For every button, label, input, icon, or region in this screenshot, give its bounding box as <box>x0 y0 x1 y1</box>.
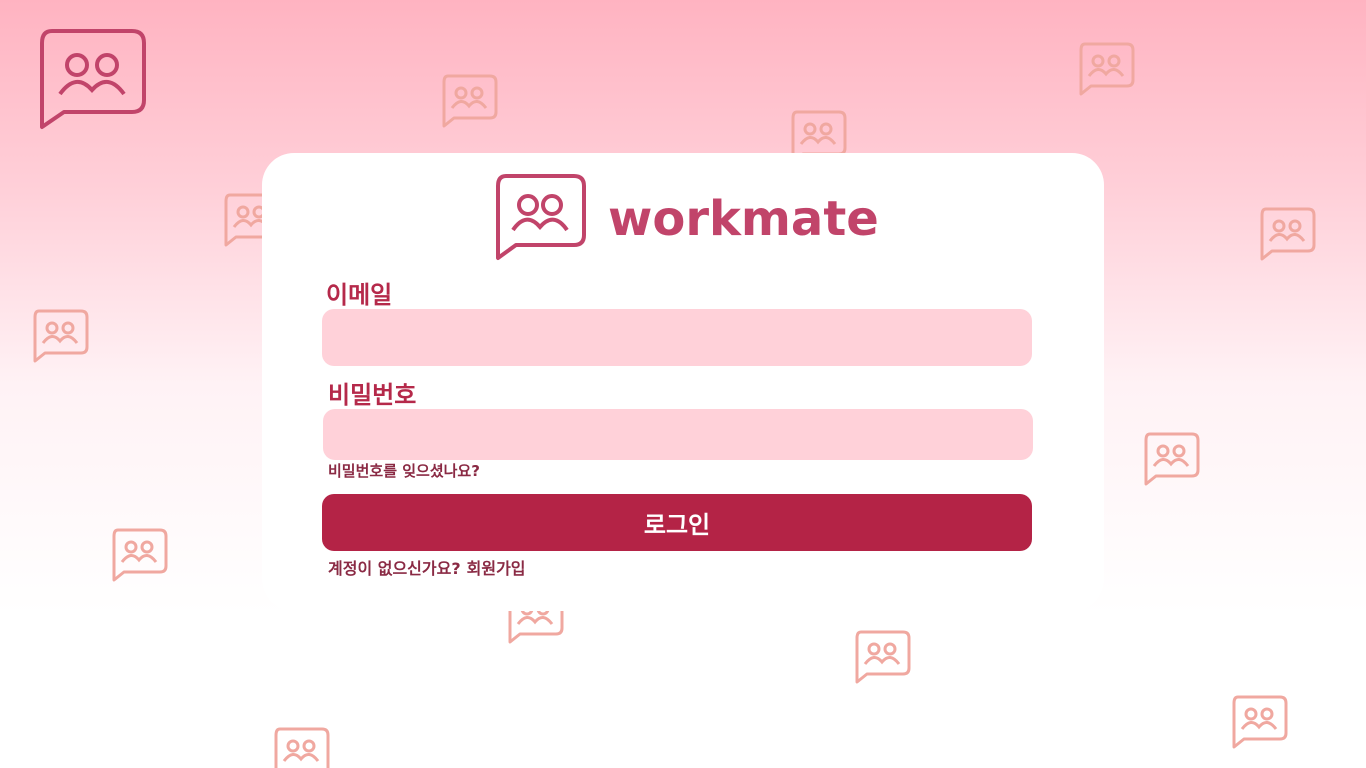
chat-people-icon <box>494 173 586 265</box>
chat-people-icon <box>1230 695 1288 749</box>
login-card: workmate 이메일 비밀번호 비밀번호를 잊으셨나요? 로그인 계정이 없… <box>262 153 1104 611</box>
email-label: 이메일 <box>326 281 393 309</box>
login-button[interactable]: 로그인 <box>322 494 1032 551</box>
signup-prompt: 계정이 없으신가요? 회원가입 <box>328 555 526 579</box>
password-label: 비밀번호 <box>328 381 417 409</box>
chat-people-icon <box>31 309 89 363</box>
chat-people-icon <box>1142 432 1200 486</box>
brand-name: workmate <box>608 191 879 247</box>
brand-logo: workmate <box>494 173 879 265</box>
chat-people-icon <box>272 727 330 768</box>
signup-link[interactable]: 회원가입 <box>467 555 526 579</box>
chat-people-icon <box>110 528 168 582</box>
forgot-password-link[interactable]: 비밀번호를 잊으셨나요? <box>328 460 480 481</box>
email-field[interactable] <box>322 309 1032 366</box>
chat-people-icon <box>1258 207 1316 261</box>
chat-people-icon <box>1077 42 1135 96</box>
chat-people-icon <box>440 74 498 128</box>
app-logo-icon[interactable] <box>38 28 148 134</box>
no-account-text: 계정이 없으신가요? <box>328 559 461 578</box>
chat-people-icon <box>853 630 911 684</box>
password-field[interactable] <box>323 409 1033 460</box>
